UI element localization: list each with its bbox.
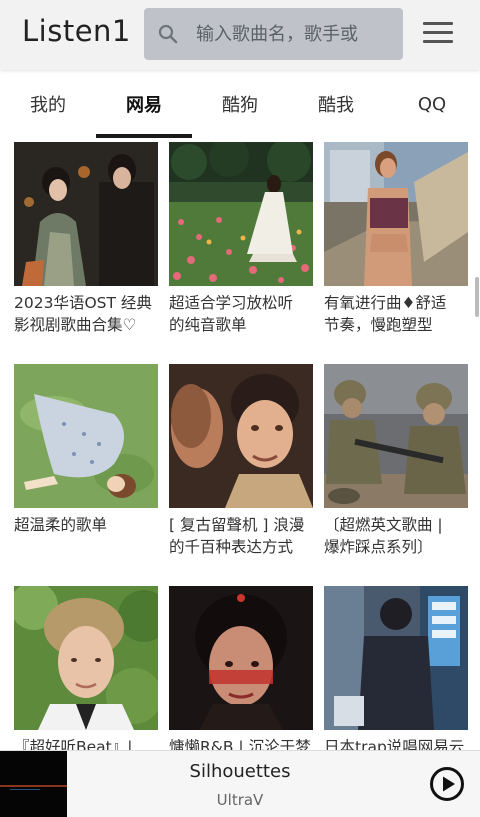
playlist-card[interactable]: 日本trap说唱网易云 (324, 586, 468, 750)
now-playing-bar[interactable]: Silhouettes UltraV (0, 750, 480, 817)
tab-kugou[interactable]: 酷狗 (192, 70, 288, 138)
playlist-cover (14, 586, 158, 730)
playlist-card[interactable]: [ 复古留聲机 ] 浪漫 的千百种表达方式 (169, 364, 313, 558)
playlist-title: 〔超燃英文歌曲 | 爆炸踩点系列〕 (324, 516, 443, 556)
playlist-cover (14, 142, 158, 286)
playlist-cover (324, 586, 468, 730)
now-playing-cover (0, 751, 67, 817)
tab-qq[interactable]: QQ (384, 70, 480, 138)
playlist-cover (169, 142, 313, 286)
playlist-title: 日本trap说唱网易云 (324, 738, 465, 750)
playlist-cover (169, 586, 313, 730)
now-playing-artist: UltraV (216, 791, 264, 809)
playlist-cover (324, 142, 468, 286)
playlist-grid: 2023华语OST 经典 影视剧歌曲合集♡ 超适合学习放松听 的纯音歌单 有氧进… (0, 138, 480, 750)
playlist-title: 『超好听Beat』| (14, 738, 133, 750)
search-box[interactable] (144, 8, 403, 60)
app-title: Listen1 (22, 14, 131, 48)
scrollbar-indicator[interactable] (475, 277, 479, 317)
playlist-title: 超温柔的歌单 (14, 516, 108, 534)
playlist-title: 超适合学习放松听 的纯音歌单 (169, 294, 294, 334)
playlist-cover (324, 364, 468, 508)
hamburger-menu-icon[interactable] (423, 22, 457, 48)
playlist-cover (169, 364, 313, 508)
playlist-card[interactable]: 有氧进行曲♦舒适 节奏，慢跑塑型 (324, 142, 468, 336)
tab-netease[interactable]: 网易 (96, 70, 192, 138)
playlist-title: [ 复古留聲机 ] 浪漫 的千百种表达方式 (169, 516, 305, 556)
tab-kuwo[interactable]: 酷我 (288, 70, 384, 138)
playlist-card[interactable]: 〔超燃英文歌曲 | 爆炸踩点系列〕 (324, 364, 468, 558)
playlist-card[interactable]: 慵懒R&B | 沉沦于梦 (169, 586, 313, 750)
playlist-title: 慵懒R&B | 沉沦于梦 (169, 738, 311, 750)
search-icon (158, 24, 178, 44)
play-icon[interactable] (429, 766, 465, 802)
playlist-card[interactable]: 超适合学习放松听 的纯音歌单 (169, 142, 313, 336)
tab-mine[interactable]: 我的 (0, 70, 96, 138)
playlist-card[interactable]: 『超好听Beat』| (14, 586, 158, 750)
playlist-title: 2023华语OST 经典 影视剧歌曲合集♡ (14, 294, 152, 334)
source-tabs: 我的 网易 酷狗 酷我 QQ (0, 70, 480, 138)
playlist-title: 有氧进行曲♦舒适 节奏，慢跑塑型 (324, 294, 447, 334)
top-bar: Listen1 (0, 0, 480, 70)
now-playing-title: Silhouettes (189, 761, 291, 782)
search-input[interactable] (196, 8, 396, 60)
playlist-cover (14, 364, 158, 508)
app-root: Listen1 我的 网易 酷狗 酷我 QQ (0, 0, 480, 817)
playlist-card[interactable]: 超温柔的歌单 (14, 364, 158, 536)
playlist-card[interactable]: 2023华语OST 经典 影视剧歌曲合集♡ (14, 142, 158, 336)
